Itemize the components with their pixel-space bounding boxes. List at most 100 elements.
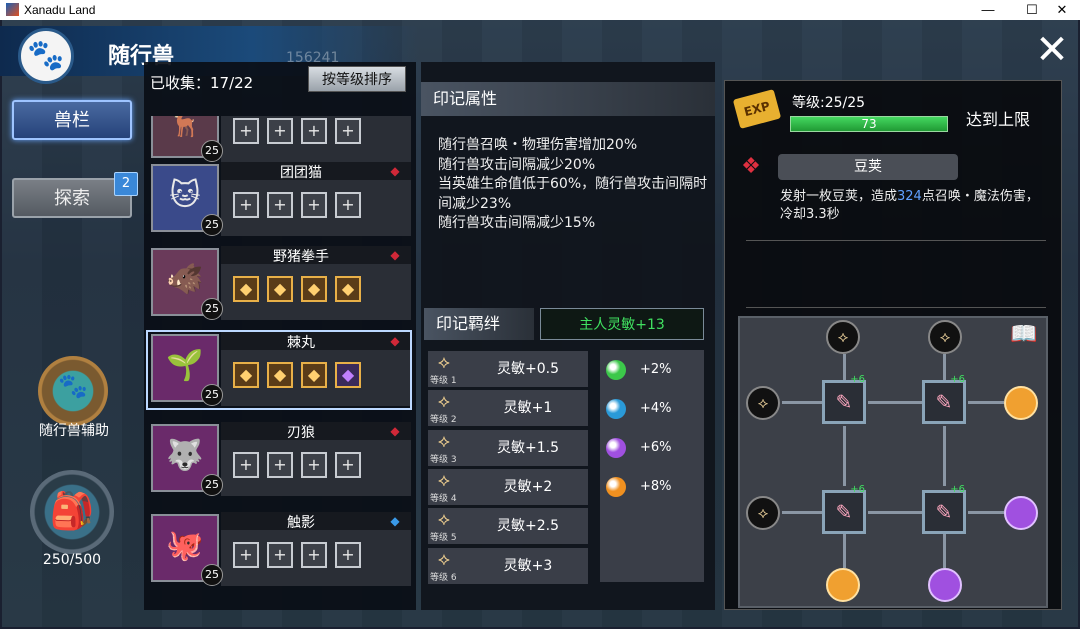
tab-pet-pen[interactable]: 兽栏: [12, 100, 132, 140]
imprint-slot[interactable]: +: [301, 118, 327, 144]
bond-level-value: 灵敏+0.5: [497, 361, 559, 377]
window-close-button[interactable]: ✕: [1044, 0, 1080, 20]
imprint-slot[interactable]: +: [267, 542, 293, 568]
bond-level-number: 3: [450, 454, 457, 465]
imprint-slot[interactable]: +: [335, 542, 361, 568]
imprint-slot[interactable]: +: [233, 452, 259, 478]
window-titlebar: Xanadu Land — ☐ ✕: [0, 0, 1080, 20]
imprint-slot[interactable]: ◆: [335, 276, 361, 302]
bond-level-label: 等级 2: [430, 412, 457, 425]
element-icon: ◆: [390, 514, 400, 528]
imprint-bond-header: 印记羁绊: [424, 308, 534, 340]
bond-level-row: ⟡ 等级 1 灵敏+0.5: [428, 351, 588, 387]
skill-description: 发射一枚豆荚，造成324点召唤・魔法伤害，冷却3.3秒: [780, 188, 1050, 224]
orange-gem-icon[interactable]: [1004, 386, 1038, 420]
tree-link: [843, 534, 846, 568]
exp-value: 73: [861, 117, 877, 131]
explore-badge: 2: [114, 172, 138, 196]
pet-assist-gear-icon[interactable]: 🐾: [38, 356, 108, 426]
paw-icon: 🐾: [18, 28, 74, 84]
pet-assist-label: 随行兽辅助: [39, 423, 109, 439]
imprint-slots: + + + +: [233, 118, 369, 148]
imprint-slot-icon[interactable]: ✎ +6: [822, 485, 866, 534]
pet-row[interactable]: 刃狼 ◆ 🐺 25 + + + +: [149, 422, 411, 498]
bond-level-row: ⟡ 等级 2 灵敏+1: [428, 390, 588, 427]
element-icon: ◆: [390, 164, 400, 178]
bond-level-row: ⟡ 等级 3 灵敏+1.5: [428, 429, 588, 466]
bond-level-row: ⟡ 等级 5 灵敏+2.5: [428, 508, 588, 545]
tree-link: [868, 511, 922, 514]
imprint-slot[interactable]: +: [267, 192, 293, 218]
imprint-effect: 随行兽攻击间隔减少20%: [438, 156, 596, 173]
imprint-slot-icon[interactable]: ✎ +6: [822, 375, 866, 424]
imprint-slot[interactable]: ◆: [267, 276, 293, 302]
claw-node-icon[interactable]: ⟡: [746, 496, 780, 530]
imprint-attributes-header: 印记属性: [421, 82, 715, 116]
tree-link: [968, 511, 1004, 514]
pet-row[interactable]: 团团猫 ◆ 🐱 25 + + + +: [149, 162, 411, 238]
imprint-effect: 当英雄生命值低于60%，随行兽攻击间隔时间减少23%: [438, 176, 708, 212]
imprint-slot[interactable]: +: [335, 192, 361, 218]
imprint-slot[interactable]: ◆: [301, 276, 327, 302]
book-hint-icon[interactable]: 📖: [1008, 322, 1040, 350]
pet-row[interactable]: 触影 ◆ 🐙 25 + + + +: [149, 512, 411, 588]
imprint-slot[interactable]: +: [335, 118, 361, 144]
bond-level-value: 灵敏+3: [503, 557, 553, 574]
level-prefix: 等级: [430, 454, 449, 465]
imprint-slot-icon[interactable]: ✎ +6: [922, 375, 966, 424]
imprint-slot[interactable]: +: [267, 452, 293, 478]
purple-gem-icon[interactable]: [1004, 496, 1038, 530]
imprint-slots: + + + +: [233, 192, 369, 222]
minimize-button[interactable]: —: [970, 0, 1006, 20]
sort-by-level-button[interactable]: 按等级排序: [308, 66, 406, 92]
orange-gem-icon[interactable]: [826, 568, 860, 602]
imprint-slot[interactable]: +: [267, 118, 293, 144]
tree-link: [943, 426, 946, 486]
claw-node-icon[interactable]: ⟡: [928, 320, 962, 354]
bond-level-label: 等级 3: [430, 452, 457, 465]
imprint-slot[interactable]: +: [233, 192, 259, 218]
pet-level-badge: 25: [201, 564, 223, 586]
tree-link: [843, 354, 846, 380]
backpack-icon[interactable]: 🎒: [30, 470, 114, 554]
imprint-slot[interactable]: ◆: [233, 276, 259, 302]
bond-level-value: 灵敏+1: [503, 400, 553, 417]
imprint-slot[interactable]: +: [301, 452, 327, 478]
imprint-slot[interactable]: +: [233, 118, 259, 144]
claw-icon: ⟡: [438, 352, 450, 373]
imprint-slot[interactable]: +: [301, 192, 327, 218]
selected-pet-frame: [146, 330, 412, 410]
purple-gem-icon[interactable]: [928, 568, 962, 602]
claw-icon: ⟡: [438, 391, 450, 413]
claw-node-icon[interactable]: ⟡: [826, 320, 860, 354]
tree-link: [968, 401, 1004, 404]
imprint-tree: [738, 316, 1048, 608]
claw-icon: ⟡: [438, 548, 450, 570]
tree-link: [868, 401, 922, 404]
close-button[interactable]: ✕: [1032, 30, 1072, 70]
claw-icon: ⟡: [438, 430, 450, 452]
pet-name: 团团猫: [280, 165, 322, 181]
tree-link: [943, 354, 946, 380]
gem-bonus-value: +4%: [640, 401, 672, 416]
bond-level-number: 6: [450, 572, 457, 583]
imprint-slot[interactable]: +: [335, 452, 361, 478]
pet-row[interactable]: 野猪拳手 ◆ 🐗 25 ◆ ◆ ◆ ◆: [149, 246, 411, 322]
imprint-slots: + + + +: [233, 542, 369, 572]
bond-level-number: 4: [450, 493, 457, 504]
bag-count: 250/500: [42, 552, 102, 568]
gem-bonus-value: +6%: [640, 440, 672, 455]
imprint-slot[interactable]: +: [233, 542, 259, 568]
slot-plus: +6: [950, 374, 965, 385]
level-prefix: 等级: [430, 493, 449, 504]
skill-name: 豆荚: [778, 154, 958, 180]
claw-node-icon[interactable]: ⟡: [746, 386, 780, 420]
imprint-slot-icon[interactable]: ✎ +6: [922, 485, 966, 534]
bond-level-number: 1: [450, 376, 457, 386]
imprint-bond-value: 主人灵敏+13: [540, 308, 704, 340]
imprint-slots: ◆ ◆ ◆ ◆: [233, 276, 369, 306]
gem-icon: [606, 399, 626, 419]
gem-icon: [606, 438, 626, 458]
skill-damage-value: 324: [897, 189, 922, 204]
imprint-slot[interactable]: +: [301, 542, 327, 568]
